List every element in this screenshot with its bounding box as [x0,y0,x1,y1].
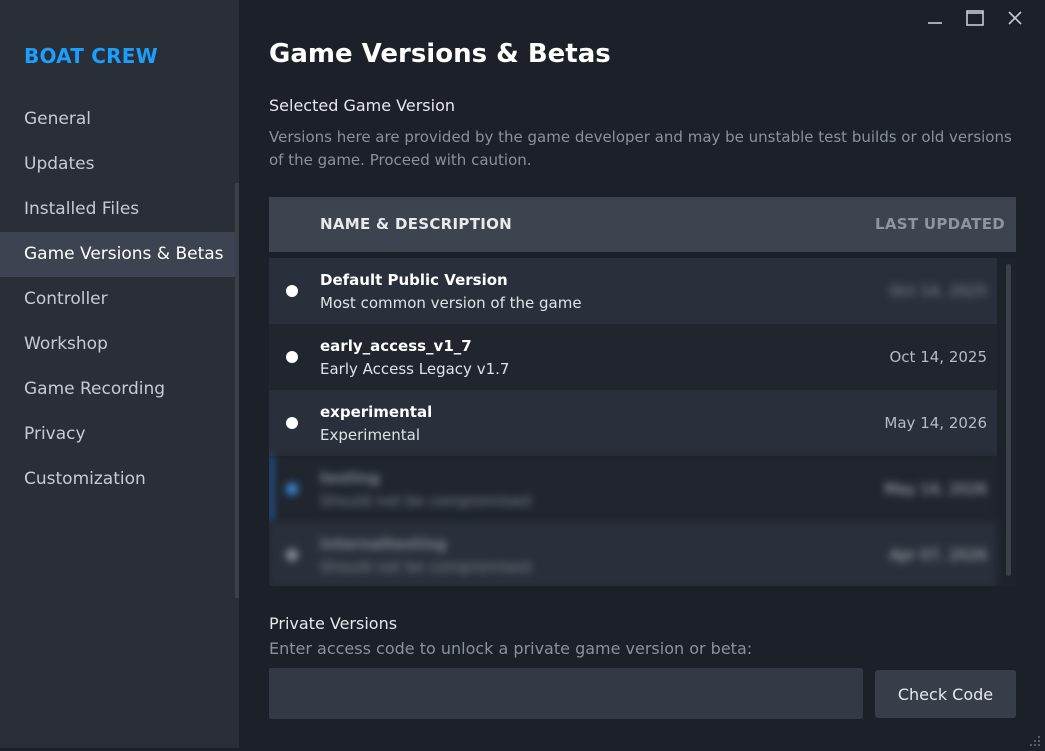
radio-button-selected[interactable] [286,483,298,495]
version-date: May 14, 2026 [884,480,987,498]
version-date: Oct 14, 2025 [889,282,988,300]
list-scrollbar[interactable] [1006,264,1011,576]
section-title: Selected Game Version [269,96,455,115]
radio-button[interactable] [286,285,298,297]
sidebar-item-general[interactable]: General [0,97,239,142]
private-versions-title: Private Versions [269,614,398,633]
app-title: BOAT CREW [24,44,158,68]
version-row-default[interactable]: Default Public Version Most common versi… [269,258,997,324]
resize-grip-icon[interactable] [1029,732,1041,746]
sidebar-item-privacy[interactable]: Privacy [0,412,239,457]
access-code-input[interactable] [269,668,863,719]
window-controls [915,6,1035,30]
version-name: internaltesting [320,535,447,553]
maximize-icon[interactable] [955,6,995,30]
versions-list: Default Public Version Most common versi… [269,258,1016,586]
sidebar-item-updates[interactable]: Updates [0,142,239,187]
settings-nav: General Updates Installed Files Game Ver… [0,97,239,502]
version-date: May 14, 2026 [884,414,987,432]
version-description: Should not be compromised [320,558,531,576]
close-icon[interactable] [995,6,1035,30]
version-description: Should not be compromised [320,492,531,510]
version-row-testing[interactable]: testing Should not be compromised May 14… [269,456,997,522]
sidebar-item-game-versions-betas[interactable]: Game Versions & Betas [0,232,239,277]
version-name: Default Public Version [320,271,508,289]
private-versions-description: Enter access code to unlock a private ga… [269,639,753,658]
version-name: early_access_v1_7 [320,337,472,355]
radio-button[interactable] [286,417,298,429]
sidebar-item-game-recording[interactable]: Game Recording [0,367,239,412]
version-description: Experimental [320,426,421,444]
radio-button[interactable] [286,549,298,561]
sidebar-item-controller[interactable]: Controller [0,277,239,322]
version-name: experimental [320,403,433,421]
sidebar-item-customization[interactable]: Customization [0,457,239,502]
version-description: Most common version of the game [320,294,582,312]
radio-button[interactable] [286,351,298,363]
version-row-early-access[interactable]: early_access_v1_7 Early Access Legacy v1… [269,324,997,390]
page-title: Game Versions & Betas [269,39,611,69]
version-row-experimental[interactable]: experimental Experimental May 14, 2026 [269,390,997,456]
minimize-icon[interactable] [915,6,955,30]
version-date: Apr 07, 2026 [889,546,987,564]
version-description: Early Access Legacy v1.7 [320,360,510,378]
sidebar-item-workshop[interactable]: Workshop [0,322,239,367]
version-date: Oct 14, 2025 [889,348,988,366]
version-row-internal-testing[interactable]: internaltesting Should not be compromise… [269,522,997,586]
column-header-last-updated: LAST UPDATED [874,215,1005,233]
sidebar-item-installed-files[interactable]: Installed Files [0,187,239,232]
version-name: testing [320,469,380,487]
check-code-button[interactable]: Check Code [875,670,1016,718]
sidebar: BOAT CREW General Updates Installed File… [0,0,239,748]
column-header-name: NAME & DESCRIPTION [320,215,513,233]
versions-table-header: NAME & DESCRIPTION LAST UPDATED [269,197,1016,252]
section-description: Versions here are provided by the game d… [269,128,1012,169]
